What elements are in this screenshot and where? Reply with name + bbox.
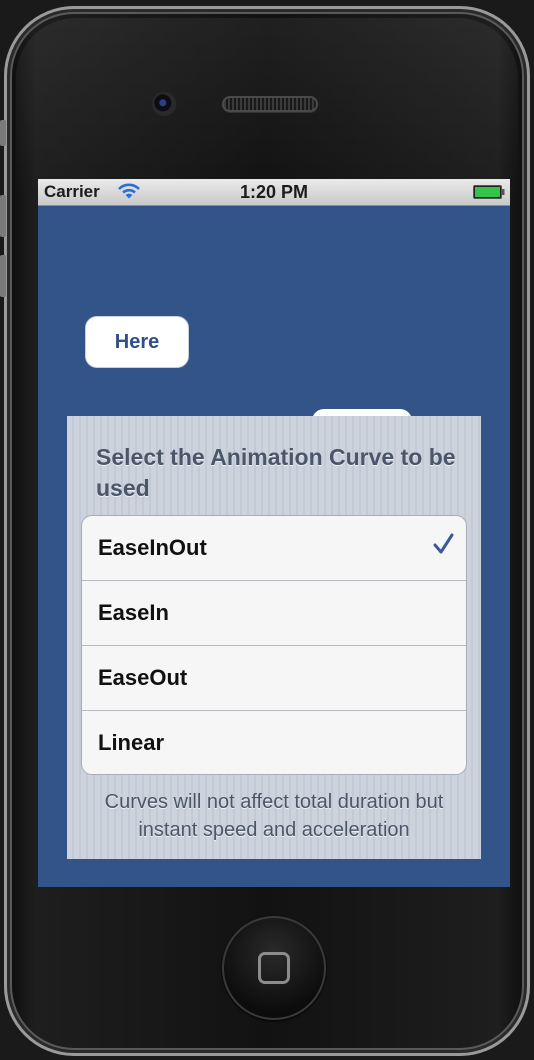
screen: Carrier 1:20 PM Here Select the Animatio… [38, 179, 510, 887]
home-button[interactable] [222, 916, 326, 1020]
picker-footer: Curves will not affect total duration bu… [104, 791, 444, 841]
option-label: EaseInOut [98, 535, 207, 560]
battery-icon [473, 185, 505, 199]
camera-icon [152, 92, 176, 116]
option-easeout[interactable]: EaseOut [82, 646, 466, 711]
volume-down-button [0, 255, 6, 297]
mute-switch [0, 120, 6, 146]
home-square-icon [258, 952, 290, 984]
animation-curve-picker: Select the Animation Curve to be used Ea… [67, 416, 481, 859]
status-time: 1:20 PM [239, 182, 309, 202]
picker-header: Select the Animation Curve to be used [96, 444, 456, 501]
checkmark-icon [433, 533, 454, 554]
volume-up-button [0, 195, 6, 237]
option-list: EaseInOut EaseIn EaseOut Linear [81, 515, 467, 775]
here-button[interactable]: Here [85, 316, 189, 368]
status-bar: Carrier 1:20 PM [38, 179, 510, 206]
option-easein[interactable]: EaseIn [82, 581, 466, 646]
option-label: EaseIn [98, 600, 169, 625]
speaker-grille [222, 96, 318, 112]
option-linear[interactable]: Linear [82, 711, 466, 774]
option-label: EaseOut [98, 665, 188, 690]
option-easeinout[interactable]: EaseInOut [82, 516, 466, 581]
option-label: Linear [98, 730, 165, 755]
